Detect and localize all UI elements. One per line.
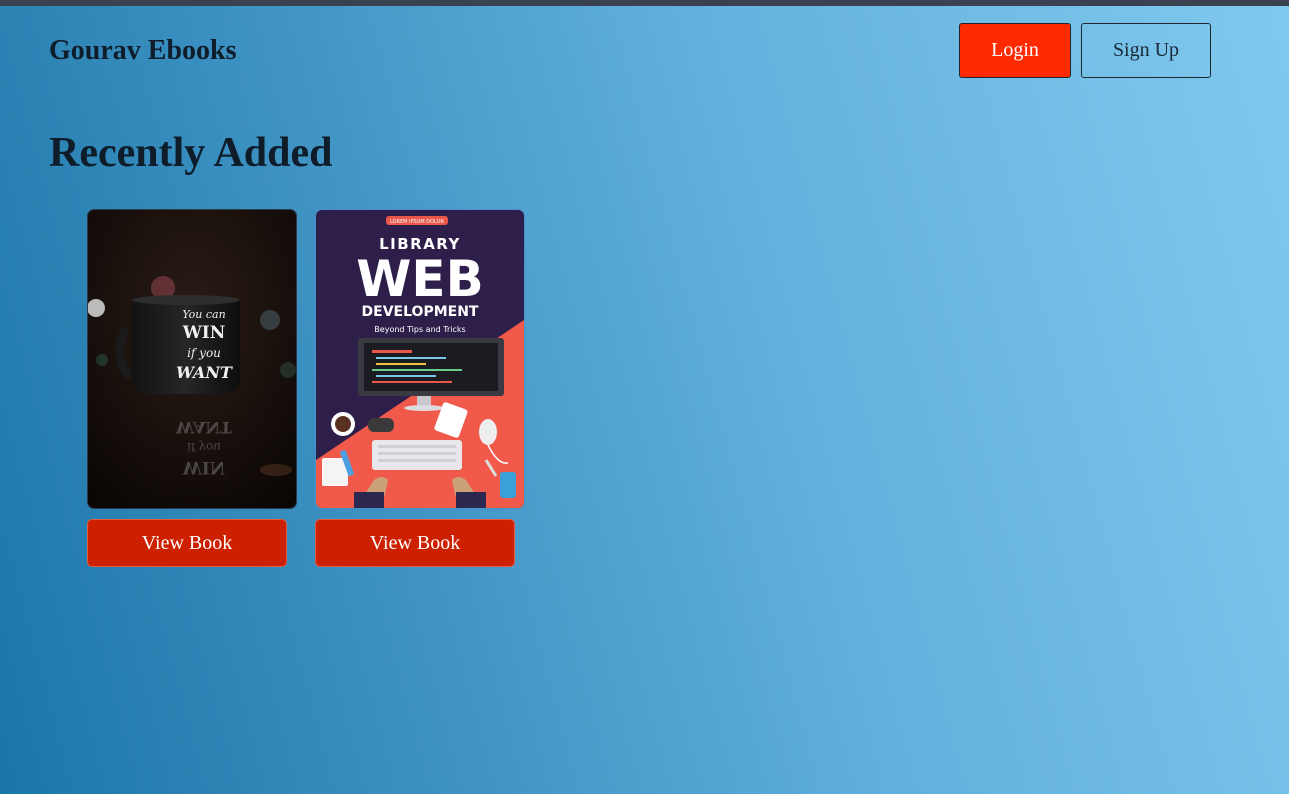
cover-subtitle: Beyond Tips and Tricks [374,325,465,334]
window-top-strip [0,0,1289,6]
cover-text-line: You can [182,308,225,321]
book-cover-image[interactable]: LOREM IPSUM DOLOR LIBRARY WEB DEVELOPMEN… [315,209,525,509]
book-card: You can WIN if you WANT WANT if you WIN … [87,209,297,567]
cover-text-line: WANT [176,363,233,382]
view-book-button[interactable]: View Book [87,519,287,567]
brand-title: Gourav Ebooks [49,35,237,66]
signup-button[interactable]: Sign Up [1081,23,1211,78]
login-button[interactable]: Login [959,23,1071,78]
cover-title-line: DEVELOPMENT [362,304,479,320]
cover-reflection-text: WANT [175,418,232,437]
book-card: LOREM IPSUM DOLOR LIBRARY WEB DEVELOPMEN… [315,209,525,567]
cover-title-line: WEB [356,250,483,308]
view-book-button[interactable]: View Book [315,519,515,567]
cover-badge-text: LOREM IPSUM DOLOR [390,219,445,225]
cover-reflection-text: if you [187,440,221,454]
section-title: Recently Added [49,130,333,176]
book-cover-image[interactable]: You can WIN if you WANT WANT if you WIN [87,209,297,509]
cover-text-line: WIN [182,323,226,343]
cover-reflection-text: WIN [182,457,226,477]
cover-text-line: if you [187,346,221,360]
